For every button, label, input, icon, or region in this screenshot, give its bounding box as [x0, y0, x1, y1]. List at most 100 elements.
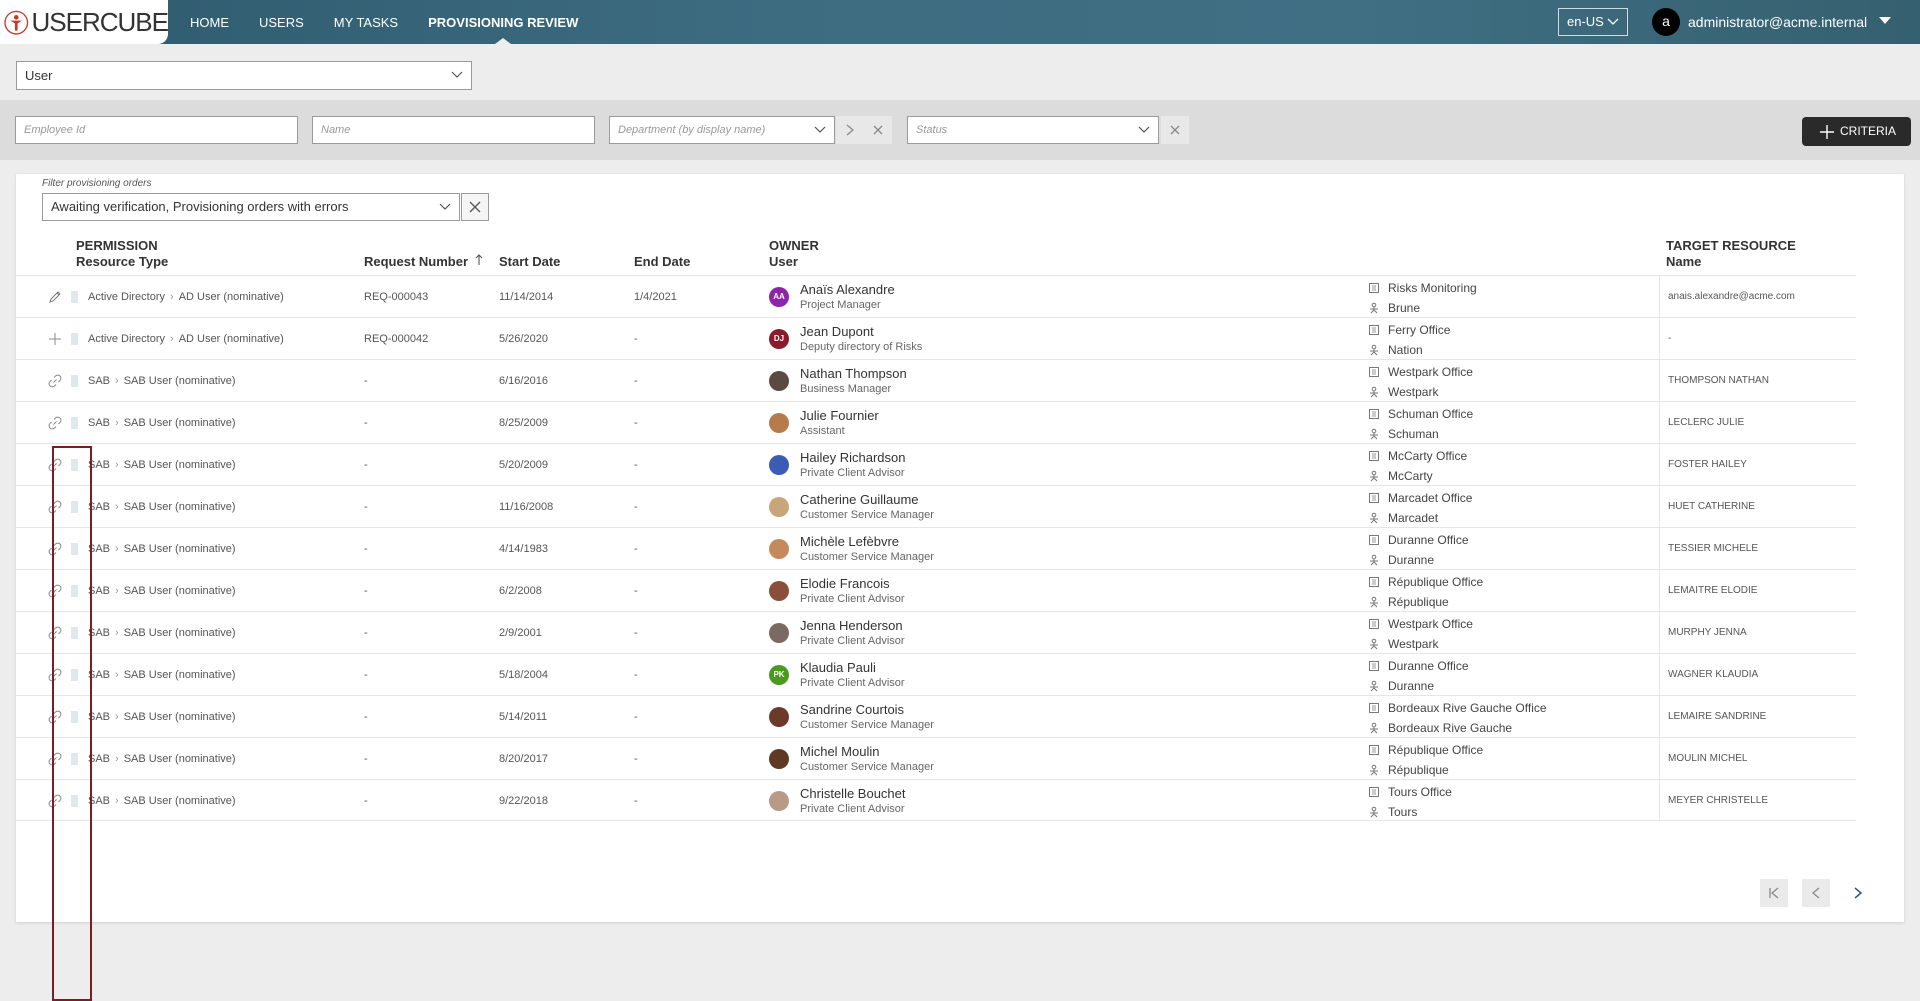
active-nav-indicator: [495, 38, 512, 44]
owner-title: Private Client Advisor: [800, 593, 905, 605]
department-select[interactable]: Department (by display name): [609, 116, 835, 144]
owner-name[interactable]: Nathan Thompson: [800, 366, 907, 382]
link-icon[interactable]: [48, 710, 62, 724]
end-date-header[interactable]: End Date: [634, 254, 690, 270]
usercube-logo-icon: [4, 10, 29, 35]
nav-provisioning-review-label: PROVISIONING REVIEW: [428, 15, 579, 30]
owner-name[interactable]: Michèle Lefèbvre: [800, 534, 899, 550]
nav-users[interactable]: USERS: [259, 0, 304, 44]
pencil-icon[interactable]: [48, 290, 62, 304]
nav-my-tasks[interactable]: MY TASKS: [334, 0, 398, 44]
table-row[interactable]: Active Directory › AD User (nominative) REQ…: [16, 317, 1856, 360]
nav-provisioning-review[interactable]: PROVISIONING REVIEW: [428, 0, 578, 44]
status-select[interactable]: Status: [907, 116, 1159, 144]
table-row[interactable]: SAB › SAB User (nominative) - 5/14/2011 - Sand…: [16, 695, 1856, 738]
table-row[interactable]: SAB › SAB User (nominative) - 5/18/2004 - PK Kl…: [16, 653, 1856, 696]
resource-type-marker: [71, 333, 78, 345]
table-row[interactable]: SAB › SAB User (nominative) - 8/25/2009 - Juli…: [16, 401, 1856, 444]
start-date-cell: 5/26/2020: [499, 333, 548, 345]
breadcrumb-separator-icon: ›: [170, 291, 174, 303]
location-name: Brune: [1388, 301, 1421, 315]
column-divider: [1659, 528, 1660, 570]
table-row[interactable]: SAB › SAB User (nominative) - 2/9/2001 - Jenna…: [16, 611, 1856, 654]
entity-type-select[interactable]: User: [16, 61, 472, 90]
building-icon: [1369, 661, 1379, 671]
status-clear-button[interactable]: [1161, 116, 1189, 144]
resource-type-name: SAB User (nominative): [123, 543, 236, 555]
owner-name[interactable]: Julie Fournier: [800, 408, 879, 424]
link-icon[interactable]: [48, 500, 62, 514]
location-icon: [1370, 764, 1378, 776]
resource-type-cell: SAB › SAB User (nominative): [88, 780, 236, 822]
name-input[interactable]: Name: [312, 116, 595, 144]
owner-name[interactable]: Catherine Guillaume: [800, 492, 919, 508]
link-icon[interactable]: [48, 626, 62, 640]
provisioning-filter-label: Filter provisioning orders: [42, 178, 152, 189]
first-page-button[interactable]: [1760, 879, 1788, 907]
resource-type-name: AD User (nominative): [178, 333, 284, 345]
owner-user-header[interactable]: User: [769, 254, 798, 270]
end-date-cell: -: [634, 669, 638, 681]
previous-page-button[interactable]: [1802, 879, 1830, 907]
avatar: [769, 749, 789, 769]
resource-type-header[interactable]: Resource Type: [76, 254, 168, 270]
owner-name[interactable]: Christelle Bouchet: [800, 786, 906, 802]
link-icon[interactable]: [48, 668, 62, 682]
request-number-header[interactable]: Request Number: [364, 254, 483, 270]
table-row[interactable]: SAB › SAB User (nominative) - 5/20/2009 - Hail…: [16, 443, 1856, 486]
logo[interactable]: USERCUBE: [0, 0, 169, 44]
start-date-cell: 9/22/2018: [499, 795, 548, 807]
link-icon[interactable]: [48, 752, 62, 766]
location-name: Tours: [1388, 805, 1418, 819]
add-criteria-button[interactable]: CRITERIA: [1802, 117, 1911, 146]
table-row[interactable]: SAB › SAB User (nominative) - 8/20/2017 - Mich…: [16, 737, 1856, 780]
table-row[interactable]: SAB › SAB User (nominative) - 11/16/2008 - Cat…: [16, 485, 1856, 528]
owner-name[interactable]: Sandrine Courtois: [800, 702, 904, 718]
nav-home[interactable]: HOME: [190, 0, 229, 44]
organization-name: Duranne Office: [1388, 659, 1469, 673]
owner-name[interactable]: Klaudia Pauli: [800, 660, 876, 676]
table-row[interactable]: SAB › SAB User (nominative) - 6/2/2008 - Elodi…: [16, 569, 1856, 612]
target-name-header[interactable]: Name: [1666, 254, 1701, 270]
department-clear-button[interactable]: [864, 116, 892, 144]
link-icon[interactable]: [48, 458, 62, 472]
resource-type-cell: SAB › SAB User (nominative): [88, 570, 236, 612]
table-row[interactable]: SAB › SAB User (nominative) - 9/22/2018 - Chri…: [16, 779, 1856, 822]
start-date-header[interactable]: Start Date: [499, 254, 560, 270]
next-page-button[interactable]: [1844, 879, 1872, 907]
breadcrumb-separator-icon: ›: [170, 333, 174, 345]
breadcrumb-separator-icon: ›: [115, 459, 119, 471]
owner-name[interactable]: Hailey Richardson: [800, 450, 906, 466]
owner-name[interactable]: Elodie Francois: [800, 576, 890, 592]
table-row[interactable]: SAB › SAB User (nominative) - 6/16/2016 - Nath…: [16, 359, 1856, 402]
link-icon[interactable]: [48, 794, 62, 808]
owner-name[interactable]: Jean Dupont: [800, 324, 874, 340]
provisioning-filter-clear-button[interactable]: [461, 193, 489, 221]
table-row[interactable]: SAB › SAB User (nominative) - 4/14/1983 - Mich…: [16, 527, 1856, 570]
target-name-cell: MURPHY JENNA: [1668, 627, 1747, 638]
provisioning-filter-select[interactable]: Awaiting verification, Provisioning orde…: [42, 193, 460, 221]
plus-icon[interactable]: [48, 332, 62, 346]
resource-type-name: SAB User (nominative): [123, 669, 236, 681]
owner-name[interactable]: Jenna Henderson: [800, 618, 903, 634]
link-icon[interactable]: [48, 416, 62, 430]
resource-type-marker: [71, 501, 78, 513]
link-icon[interactable]: [48, 584, 62, 598]
employee-id-input[interactable]: Employee Id: [15, 116, 298, 144]
department-browse-button[interactable]: [836, 116, 864, 144]
owner-name[interactable]: Michel Moulin: [800, 744, 879, 760]
column-divider: [1659, 570, 1660, 612]
link-icon[interactable]: [48, 374, 62, 388]
end-date-cell: -: [634, 711, 638, 723]
language-select[interactable]: en-US: [1558, 8, 1628, 36]
chevron-down-icon: [1607, 18, 1619, 25]
column-divider: [1659, 738, 1660, 780]
resource-type-name: SAB User (nominative): [123, 711, 236, 723]
owner-name[interactable]: Anaïs Alexandre: [800, 282, 895, 298]
close-icon: [469, 201, 481, 213]
user-menu[interactable]: a administrator@acme.internal: [1652, 6, 1892, 38]
end-date-cell: -: [634, 375, 638, 387]
link-icon[interactable]: [48, 542, 62, 556]
target-resource-group-header: TARGET RESOURCE: [1666, 238, 1796, 253]
table-row[interactable]: Active Directory › AD User (nominative) REQ…: [16, 275, 1856, 318]
